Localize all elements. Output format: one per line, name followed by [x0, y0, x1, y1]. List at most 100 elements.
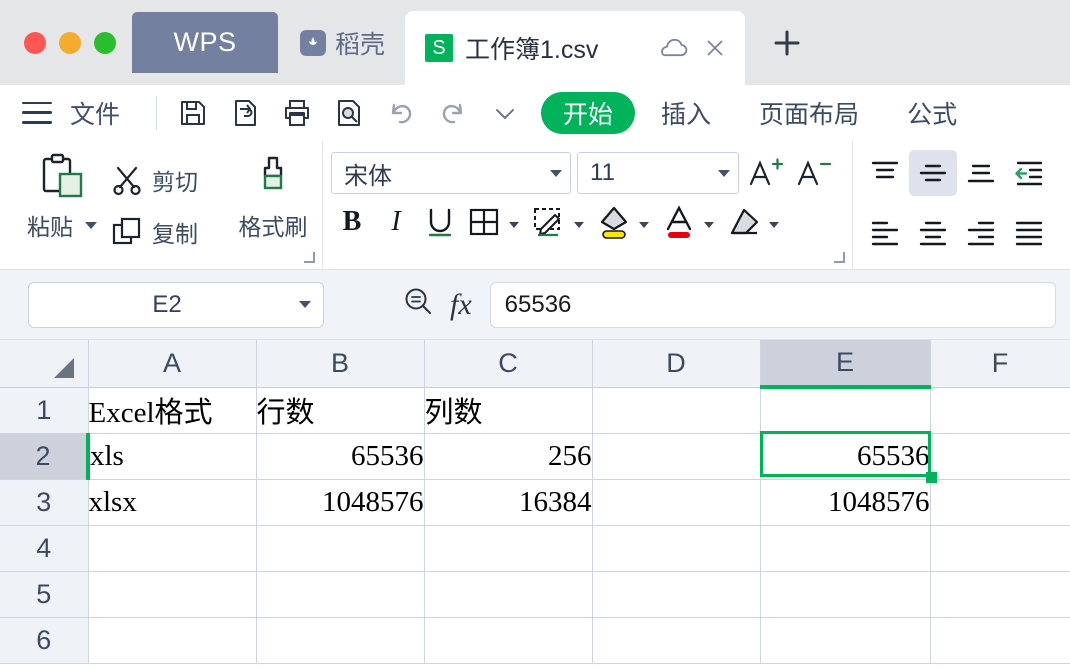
docer-button[interactable]: 稻壳	[278, 0, 405, 85]
chevron-down-icon[interactable]	[550, 169, 562, 177]
column-header-f[interactable]: F	[930, 340, 1070, 388]
clear-format-button[interactable]	[723, 200, 765, 244]
align-left-icon[interactable]	[861, 210, 909, 256]
chevron-down-icon[interactable]	[299, 301, 311, 308]
copy-button[interactable]: 复制	[110, 206, 226, 258]
align-right-icon[interactable]	[957, 210, 1005, 256]
row-header-3[interactable]: 3	[0, 479, 89, 526]
cell-d1[interactable]	[592, 387, 761, 434]
cell-f5[interactable]	[930, 571, 1070, 618]
tab-insert[interactable]: 插入	[639, 92, 733, 134]
align-bottom-icon[interactable]	[957, 150, 1005, 196]
insert-function-icon[interactable]: fx	[450, 288, 472, 322]
tab-formulas[interactable]: 公式	[885, 92, 979, 134]
font-color-button[interactable]	[658, 200, 700, 244]
select-all-corner[interactable]	[0, 340, 89, 388]
file-menu-button[interactable]: 文件	[70, 95, 120, 131]
row-header-4[interactable]: 4	[0, 525, 89, 572]
cell-b5[interactable]	[256, 571, 425, 618]
cloud-icon[interactable]	[659, 37, 689, 59]
cell-e5[interactable]	[760, 571, 931, 618]
cell-a1[interactable]: Excel格式	[88, 387, 257, 434]
print-preview-icon[interactable]	[327, 93, 371, 133]
cell-b2[interactable]: 65536	[256, 433, 425, 480]
export-pdf-icon[interactable]	[223, 93, 267, 133]
undo-icon[interactable]	[379, 93, 423, 133]
cell-a6[interactable]	[88, 617, 257, 664]
minimize-window-button[interactable]	[59, 31, 81, 54]
paste-button[interactable]: 粘贴	[14, 148, 110, 242]
close-window-button[interactable]	[24, 31, 46, 54]
cell-c3[interactable]: 16384	[424, 479, 593, 526]
clipboard-dialog-launcher[interactable]	[304, 252, 315, 263]
row-header-1[interactable]: 1	[0, 387, 89, 434]
row-header-5[interactable]: 5	[0, 571, 89, 618]
cell-c2[interactable]: 256	[424, 433, 593, 480]
cell-a2[interactable]: xls	[88, 433, 257, 480]
font-size-select[interactable]: 11	[577, 152, 739, 194]
column-header-e[interactable]: E	[760, 340, 931, 389]
print-icon[interactable]	[275, 93, 319, 133]
increase-font-size-button[interactable]	[745, 152, 787, 194]
cell-d2[interactable]	[592, 433, 761, 480]
decrease-indent-icon[interactable]	[1005, 150, 1053, 196]
cell-d5[interactable]	[592, 571, 761, 618]
font-family-select[interactable]: 宋体	[331, 152, 571, 194]
cell-e2[interactable]: 65536	[760, 433, 931, 480]
name-box[interactable]: E2	[28, 281, 324, 328]
format-painter-button[interactable]: 格式刷	[226, 148, 320, 242]
cell-e6[interactable]	[760, 617, 931, 664]
font-color-dropdown-caret[interactable]	[704, 222, 714, 228]
align-center-icon[interactable]	[909, 210, 957, 256]
formula-input[interactable]: 65536	[489, 281, 1056, 328]
maximize-window-button[interactable]	[94, 31, 116, 54]
align-middle-icon[interactable]	[909, 150, 957, 196]
align-top-icon[interactable]	[861, 150, 909, 196]
fill-color-dropdown-caret[interactable]	[639, 222, 649, 228]
cell-d6[interactable]	[592, 617, 761, 664]
close-icon[interactable]	[703, 36, 727, 60]
cell-b3[interactable]: 1048576	[256, 479, 425, 526]
align-justify-icon[interactable]	[1005, 210, 1053, 256]
paste-dropdown-caret[interactable]	[85, 221, 97, 229]
clear-format-dropdown-caret[interactable]	[769, 222, 779, 228]
cell-c4[interactable]	[424, 525, 593, 572]
cell-f2[interactable]	[930, 433, 1070, 480]
cell-a3[interactable]: xlsx	[88, 479, 257, 526]
cell-e3[interactable]: 1048576	[760, 479, 931, 526]
borders-button[interactable]	[463, 200, 505, 244]
bold-button[interactable]: B	[331, 200, 373, 244]
row-header-6[interactable]: 6	[0, 617, 89, 664]
cell-d3[interactable]	[592, 479, 761, 526]
cell-b1[interactable]: 行数	[256, 387, 425, 434]
document-tab[interactable]: S 工作簿1.csv	[405, 11, 746, 85]
underline-button[interactable]	[419, 200, 461, 244]
formula-search-icon[interactable]	[402, 286, 434, 323]
chevron-down-icon[interactable]	[718, 169, 730, 177]
cell-c1[interactable]: 列数	[424, 387, 593, 434]
draw-border-dropdown-caret[interactable]	[574, 222, 584, 228]
cell-a4[interactable]	[88, 525, 257, 572]
cell-b4[interactable]	[256, 525, 425, 572]
italic-button[interactable]: I	[375, 200, 417, 244]
cell-d4[interactable]	[592, 525, 761, 572]
new-tab-button[interactable]	[745, 0, 829, 85]
borders-dropdown-caret[interactable]	[509, 222, 519, 228]
decrease-font-size-button[interactable]	[793, 152, 835, 194]
column-header-c[interactable]: C	[424, 340, 593, 388]
cell-f1[interactable]	[930, 387, 1070, 434]
fill-color-button[interactable]	[593, 200, 635, 244]
column-header-a[interactable]: A	[88, 340, 257, 388]
tab-home[interactable]: 开始	[541, 91, 636, 134]
save-icon[interactable]	[171, 93, 215, 133]
column-header-b[interactable]: B	[256, 340, 425, 388]
wps-home-button[interactable]: WPS	[132, 12, 278, 73]
cell-f4[interactable]	[930, 525, 1070, 572]
cell-b6[interactable]	[256, 617, 425, 664]
font-dialog-launcher[interactable]	[834, 252, 845, 263]
cut-button[interactable]: 剪切	[110, 154, 226, 206]
cell-c5[interactable]	[424, 571, 593, 618]
redo-icon[interactable]	[431, 93, 475, 133]
draw-border-button[interactable]	[528, 200, 570, 244]
cell-c6[interactable]	[424, 617, 593, 664]
